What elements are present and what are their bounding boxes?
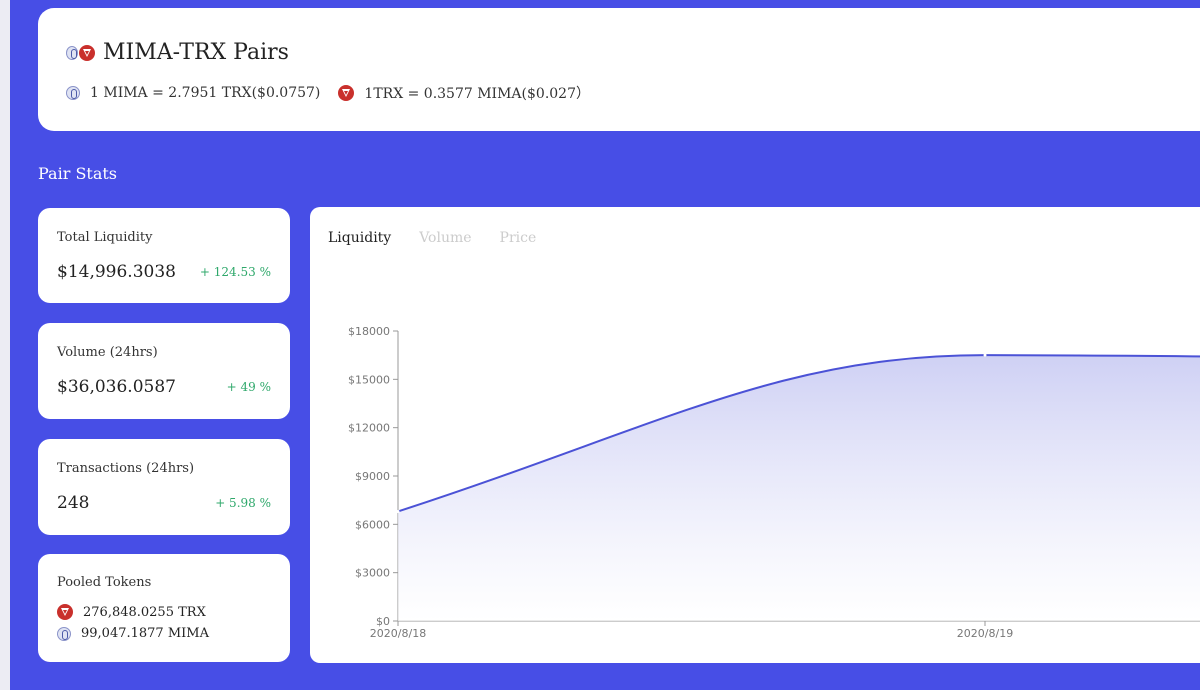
pair-icons [66, 44, 95, 61]
pooled-mima-amount: 99,047.1877 MIMA [81, 626, 209, 641]
left-edge [0, 0, 10, 690]
y-tick-label: $6000 [355, 518, 390, 531]
stat-change: + 49 % [226, 380, 271, 394]
pair-title-row: MIMA-TRX Pairs [66, 40, 289, 65]
stat-label: Transactions (24hrs) [57, 461, 195, 476]
stat-change: + 124.53 % [199, 265, 271, 279]
pooled-tokens-card: Pooled Tokens 276,848.0255 TRX 99,047.18… [38, 554, 290, 662]
mima-rate: 1 MIMA = 2.7951 TRX($0.0757) [90, 85, 321, 101]
pooled-trx-row: 276,848.0255 TRX [57, 604, 206, 620]
trx-token-icon [79, 44, 95, 61]
stat-value: $14,996.3038 [57, 262, 176, 282]
y-tick-label: $9000 [355, 470, 390, 483]
y-tick-label: $3000 [355, 567, 390, 580]
pooled-trx-amount: 276,848.0255 TRX [83, 604, 206, 620]
y-tick-label: $18000 [348, 325, 390, 338]
section-title: Pair Stats [38, 164, 118, 183]
pair-header-card: MIMA-TRX Pairs 1 MIMA = 2.7951 TRX($0.07… [38, 8, 1200, 131]
y-tick-label: $12000 [348, 422, 390, 435]
stat-label: Volume (24hrs) [57, 345, 158, 360]
liquidity-area [398, 355, 1200, 621]
stat-label: Pooled Tokens [57, 575, 152, 590]
data-point [396, 509, 400, 513]
top-strip [0, 0, 1200, 8]
x-tick-label: 2020/8/18 [370, 627, 426, 640]
exchange-rates: 1 MIMA = 2.7951 TRX($0.0757) 1TRX = 0.35… [66, 83, 608, 103]
transactions-card: Transactions (24hrs) 248 + 5.98 % [38, 439, 290, 535]
trx-token-icon [338, 85, 355, 101]
stat-change: + 5.98 % [215, 496, 271, 510]
mima-token-icon [66, 45, 78, 60]
trx-token-icon [57, 604, 73, 620]
liquidity-chart: $0$3000$6000$9000$12000$15000$180002020/… [348, 325, 1200, 640]
mima-token-icon [66, 86, 80, 100]
total-liquidity-card: Total Liquidity $14,996.3038 + 124.53 % [38, 208, 290, 303]
chart-card: Liquidity Volume Price $0 $3000 $6000 $9000… [310, 207, 1200, 663]
pair-title: MIMA-TRX Pairs [103, 40, 289, 65]
trx-rate: 1TRX = 0.3577 MIMA($0.027） [364, 86, 590, 102]
volume-card: Volume (24hrs) $36,036.0587 + 49 % [38, 323, 290, 419]
y-tick-label: $15000 [348, 373, 390, 386]
pooled-mima-row: 99,047.1877 MIMA [57, 626, 209, 641]
stat-value: $36,036.0587 [57, 377, 176, 397]
x-tick-label: 2020/8/19 [957, 627, 1013, 640]
data-point [983, 353, 987, 357]
mima-token-icon [57, 626, 71, 641]
stat-value: 248 [57, 493, 90, 513]
stat-label: Total Liquidity [57, 230, 153, 245]
